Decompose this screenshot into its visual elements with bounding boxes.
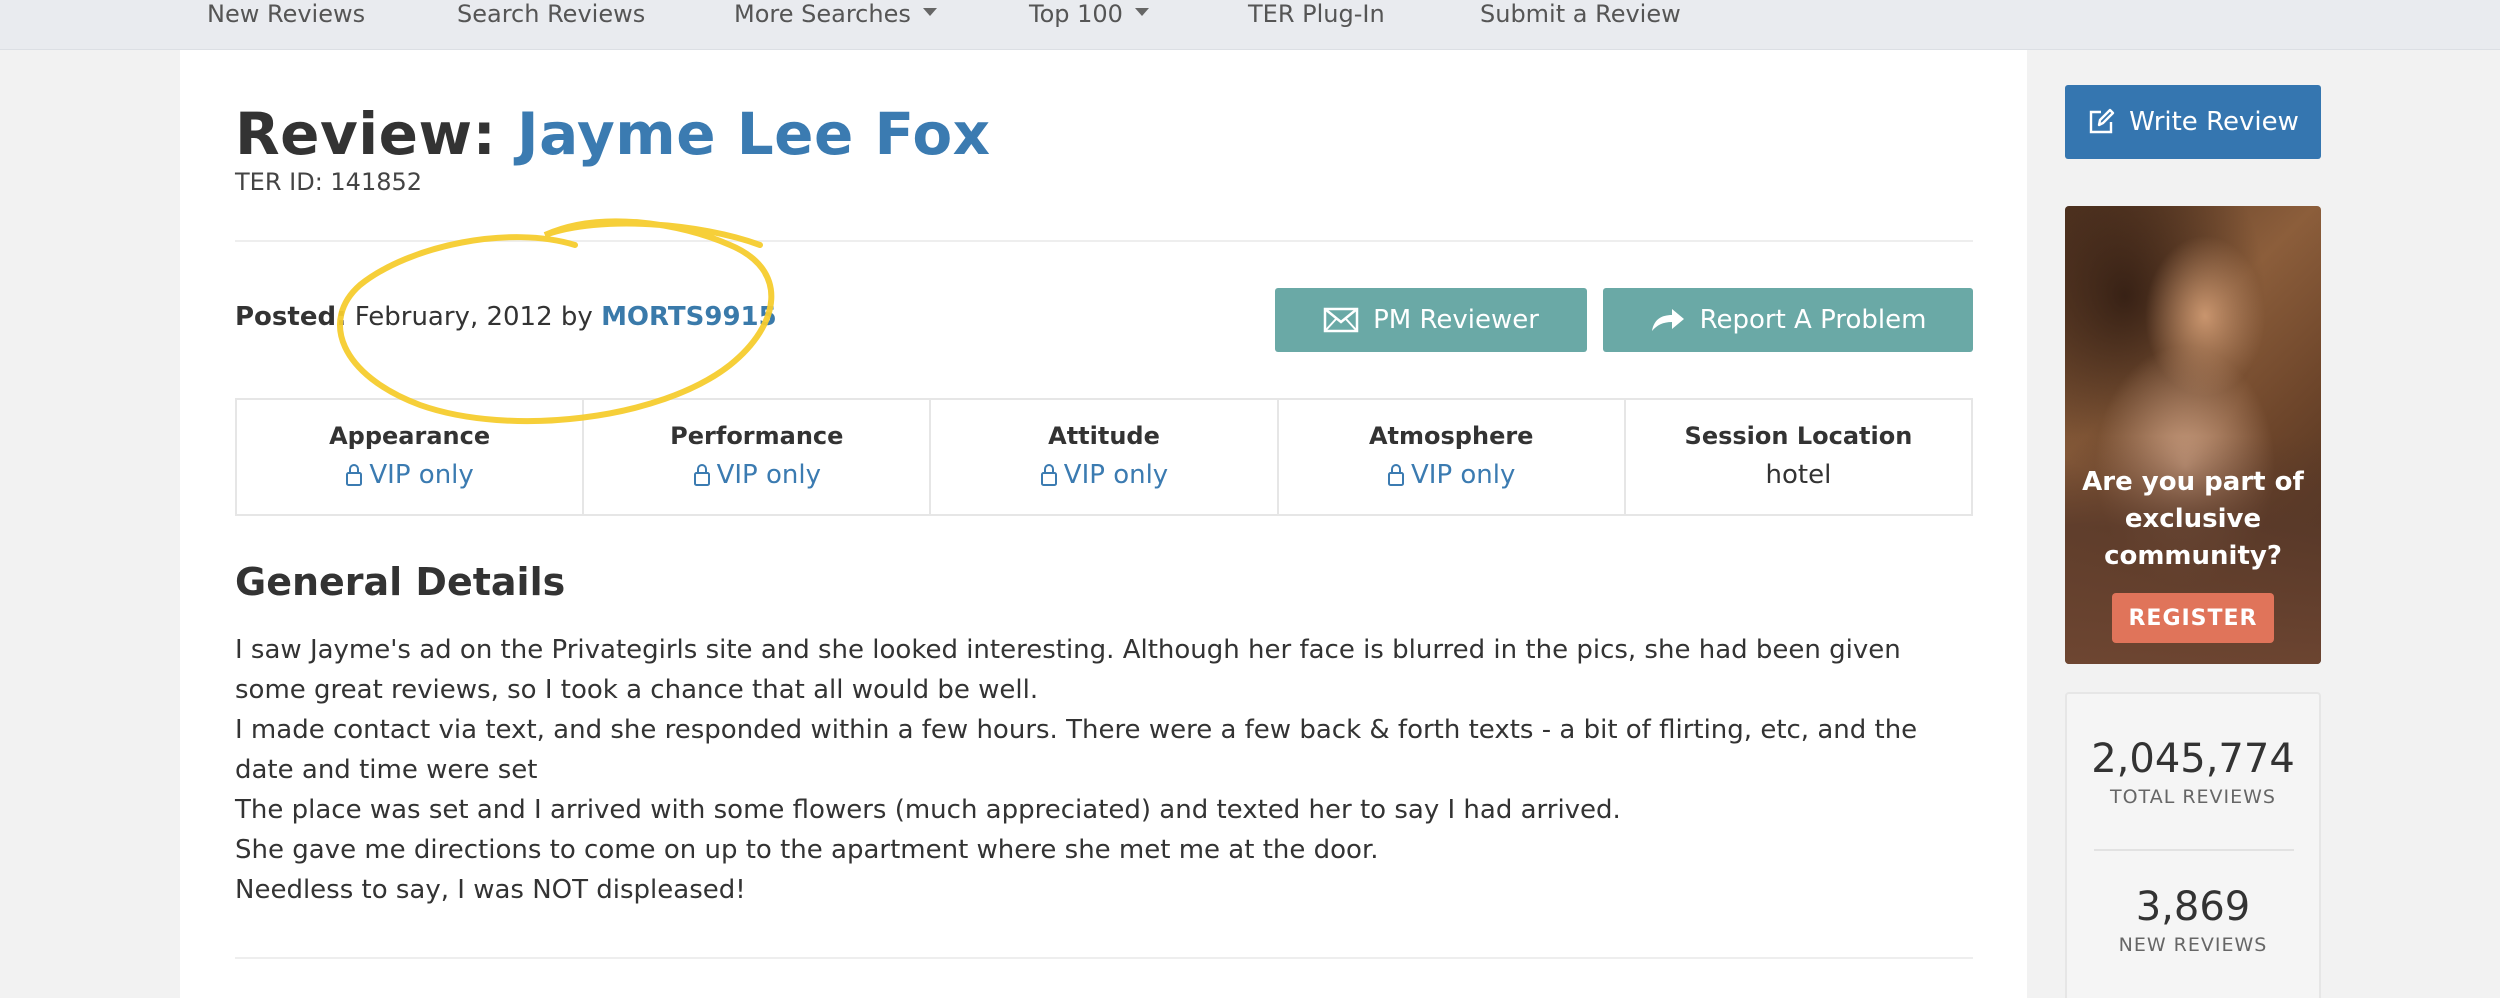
rating-value: VIP only [369,460,474,490]
rating-value: hotel [1626,460,1971,490]
rating-value-link[interactable]: VIP only [584,460,929,490]
report-problem-label: Report A Problem [1699,305,1927,335]
main-content: Review: Jayme Lee Fox TER ID: 141852 Pos… [180,50,2027,998]
report-problem-button[interactable]: Report A Problem [1603,288,1973,352]
stat-label: NEW REVIEWS [2118,934,2268,956]
rating-appearance: Appearance VIP only [237,400,585,514]
rating-label: Performance [670,422,844,450]
nav-more-searches[interactable]: More Searches [734,0,937,28]
rating-performance: Performance VIP only [584,400,932,514]
envelope-icon [1323,307,1359,333]
ter-id: TER ID: 141852 [235,168,423,196]
review-paragraph: The place was set and I arrived with som… [235,795,1621,825]
nav-new-reviews-label: New Reviews [207,0,366,28]
chevron-down-icon [1134,8,1149,16]
chevron-down-icon [922,8,937,16]
lock-icon [346,464,363,486]
stat-label: TOTAL REVIEWS [2110,786,2276,808]
rating-attitude: Attitude VIP only [931,400,1279,514]
register-button[interactable]: REGISTER [2112,593,2274,643]
nav-top-100[interactable]: Top 100 [1029,0,1149,28]
nav-more-searches-label: More Searches [734,0,911,28]
general-details-heading: General Details [235,560,566,604]
rating-label: Atmosphere [1368,422,1534,450]
divider [2094,849,2294,851]
rating-value-link[interactable]: VIP only [931,460,1276,490]
nav-submit-review-label: Submit a Review [1480,0,1681,28]
stat-number: 3,869 [2135,884,2251,930]
pm-reviewer-label: PM Reviewer [1373,305,1539,335]
nav-top-100-label: Top 100 [1029,0,1123,28]
reviewer-link[interactable]: MORTS9915 [601,302,777,332]
posted-label: Posted: [235,302,347,332]
ratings-table: Appearance VIP only Performance VIP only… [235,398,1973,516]
site-stats-panel: 2,045,774 TOTAL REVIEWS 3,869 NEW REVIEW… [2065,692,2321,998]
stat-total-reviews: 2,045,774 TOTAL REVIEWS [2067,736,2319,808]
stat-number: 2,045,774 [2091,736,2295,782]
posted-info: Posted: February, 2012 by MORTS9915 [235,302,777,332]
rating-value: VIP only [716,460,821,490]
nav-search-reviews[interactable]: Search Reviews [457,0,645,28]
rating-value: VIP only [1063,460,1169,490]
rating-session-location: Session Location hotel [1626,400,1971,514]
rating-value-link[interactable]: VIP only [1279,460,1624,490]
nav-new-reviews[interactable]: New Reviews [207,0,365,28]
rating-label: Attitude [1048,422,1160,450]
nav-search-reviews-label: Search Reviews [457,0,646,28]
edit-icon [2089,108,2115,134]
nav-submit-review[interactable]: Submit a Review [1480,0,1681,28]
pm-reviewer-button[interactable]: PM Reviewer [1275,288,1587,352]
top-navigation: New Reviews Search Reviews More Searches… [0,0,2500,50]
posted-date: February, 2012 by [354,302,593,332]
rating-label: Session Location [1684,422,1913,450]
write-review-label: Write Review [2129,107,2299,137]
divider [235,240,1973,242]
lock-icon [1040,464,1057,486]
nav-ter-plugin-label: TER Plug-In [1248,0,1385,28]
stat-new-reviews: 3,869 NEW REVIEWS [2067,884,2319,956]
page-title: Review: Jayme Lee Fox [235,100,991,168]
review-paragraph: I made contact via text, and she respond… [235,715,1918,785]
title-prefix: Review: [235,100,497,168]
lock-icon [1388,464,1404,486]
share-arrow-icon [1651,309,1684,331]
rating-label: Appearance [329,422,491,450]
advertisement-banner[interactable]: Are you part of exclusive community? REG… [2065,206,2321,664]
divider [235,957,1973,959]
review-paragraph: Needless to say, I was NOT displeased! [235,875,746,905]
review-body: I saw Jayme's ad on the Privategirls sit… [235,630,1975,910]
session-location-value: hotel [1765,460,1832,490]
write-review-button[interactable]: Write Review [2065,85,2321,159]
review-paragraph: I saw Jayme's ad on the Privategirls sit… [235,635,1901,705]
nav-ter-plugin[interactable]: TER Plug-In [1248,0,1385,28]
ad-text: Are you part of exclusive community? [2082,467,2304,571]
lock-icon [693,464,710,486]
rating-atmosphere: Atmosphere VIP only [1279,400,1626,514]
review-paragraph: She gave me directions to come on up to … [235,835,1379,865]
rating-value-link[interactable]: VIP only [237,460,582,490]
rating-value: VIP only [1411,460,1516,490]
provider-name-link[interactable]: Jayme Lee Fox [517,100,991,168]
